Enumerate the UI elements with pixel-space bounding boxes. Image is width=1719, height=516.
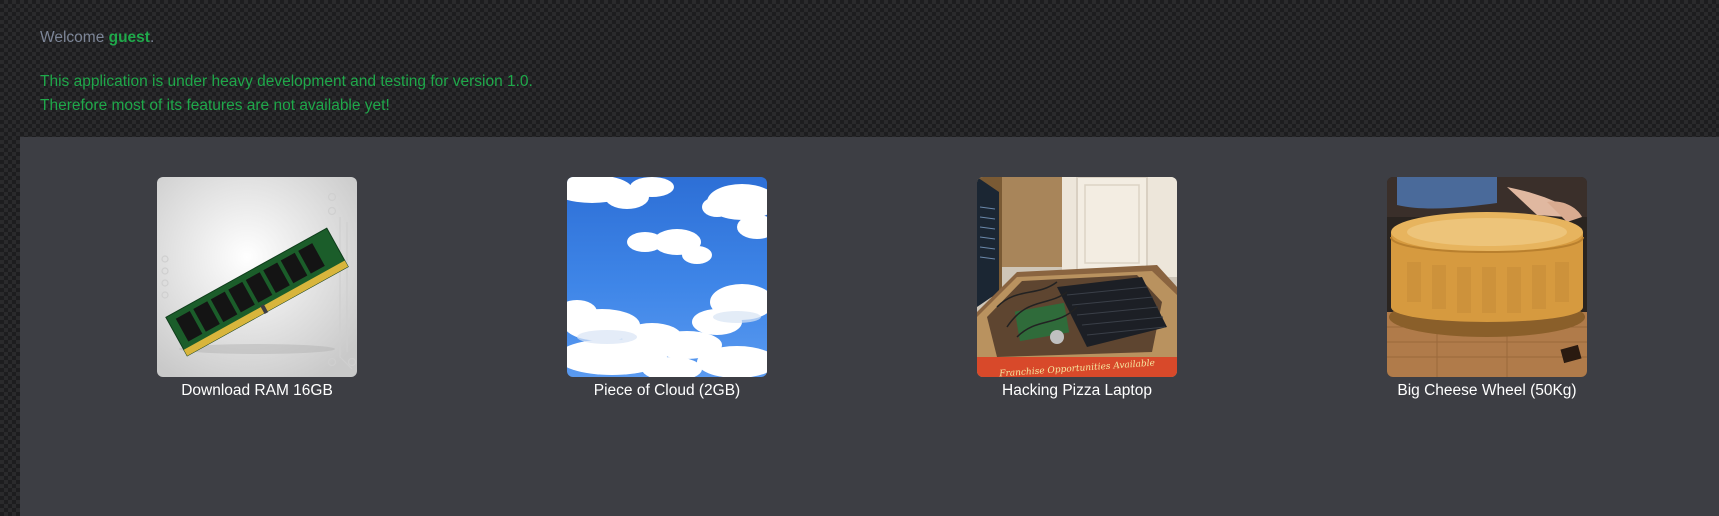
product-name[interactable]: Download RAM 16GB [157, 381, 357, 401]
product-card-pizza-laptop[interactable]: Franchise Opportunities Available Hackin… [977, 177, 1177, 401]
ram-module-image[interactable] [157, 177, 357, 377]
header: Welcome guest. This application is under… [40, 26, 533, 118]
product-card-ram[interactable]: Download RAM 16GB [157, 177, 357, 401]
notice-line-1: This application is under heavy developm… [40, 73, 533, 90]
product-panel: Download RAM 16GB Piece of Cloud (2GB) F… [20, 137, 1719, 516]
notice-line-2: Therefore most of its features are not a… [40, 97, 390, 114]
product-name[interactable]: Hacking Pizza Laptop [977, 381, 1177, 401]
product-card-cheese-wheel[interactable]: Big Cheese Wheel (50Kg) [1387, 177, 1587, 401]
product-name[interactable]: Piece of Cloud (2GB) [567, 381, 767, 401]
product-name[interactable]: Big Cheese Wheel (50Kg) [1387, 381, 1587, 401]
welcome-suffix: . [149, 29, 155, 46]
welcome-prefix: Welcome [40, 29, 109, 46]
username: guest [108, 29, 150, 46]
pizza-box-laptop-image[interactable]: Franchise Opportunities Available [977, 177, 1177, 377]
product-card-cloud[interactable]: Piece of Cloud (2GB) [567, 177, 767, 401]
development-notice: This application is under heavy developm… [40, 70, 533, 118]
cloud-sky-image[interactable] [567, 177, 767, 377]
welcome-message: Welcome guest. [40, 26, 533, 50]
cheese-wheel-image[interactable] [1387, 177, 1587, 377]
